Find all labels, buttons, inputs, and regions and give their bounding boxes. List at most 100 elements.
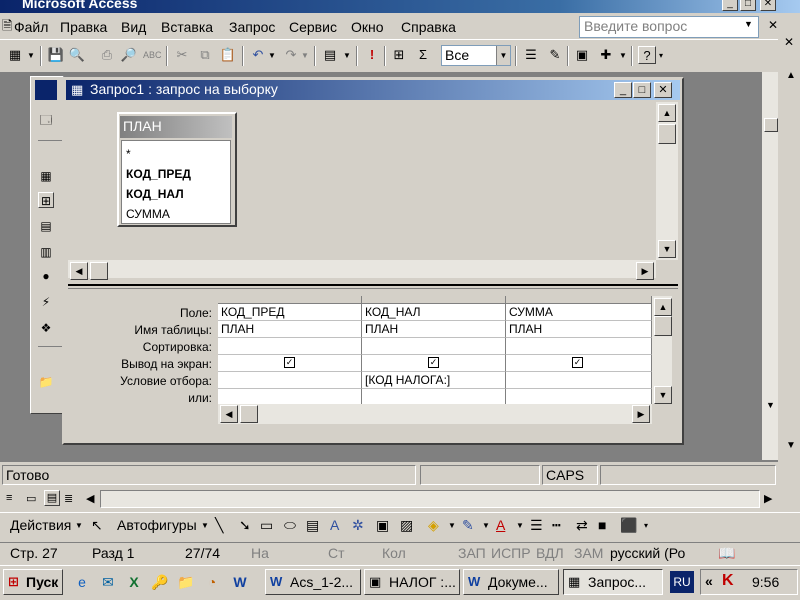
grid-cell-field[interactable]: КОД_НАЛ xyxy=(362,304,506,321)
grid-cell-field[interactable]: СУММА xyxy=(506,304,652,321)
redo-dropdown-icon[interactable]: ▼ xyxy=(301,51,309,60)
properties-icon[interactable]: ☰ xyxy=(522,46,540,64)
top-values-dropdown-icon[interactable]: ▼ xyxy=(496,46,510,65)
paste-icon[interactable]: 📋 xyxy=(219,46,237,64)
task-button-query[interactable]: ▦ Запрос... xyxy=(563,569,663,595)
access-doc-icon[interactable]: 🗎 xyxy=(2,17,12,39)
field-list-item[interactable]: КОД_НАЛ xyxy=(126,187,184,201)
undo-icon[interactable]: ↶ xyxy=(249,46,267,64)
document-horizontal-scrollbar[interactable] xyxy=(100,490,760,508)
field-list-item[interactable]: * xyxy=(126,147,131,161)
mdi-scroll-down-icon[interactable]: ▼ xyxy=(766,400,775,410)
task-button-acs[interactable]: W Acs_1-2... xyxy=(265,569,361,595)
db-queries-icon[interactable]: ⊞ xyxy=(38,192,54,208)
db-forms-icon[interactable]: ▤ xyxy=(38,218,54,234)
grid-cell-sort[interactable] xyxy=(218,338,362,355)
outline-view-icon[interactable]: ≣ xyxy=(64,492,73,505)
save-icon[interactable]: 💾 xyxy=(47,46,65,64)
autoshapes-menu[interactable]: Автофигуры xyxy=(117,517,197,533)
query-maximize-button[interactable]: □ xyxy=(633,82,651,98)
grid-cell-field[interactable]: КОД_ПРЕД xyxy=(218,304,362,321)
web-view-icon[interactable]: ▭ xyxy=(26,492,36,505)
arrow-style-icon[interactable]: ⇄ xyxy=(576,517,588,534)
help-icon[interactable]: ? xyxy=(638,46,656,64)
print-preview-icon[interactable]: 🔎 xyxy=(120,46,138,64)
access-icon[interactable]: 🔑 xyxy=(150,572,170,592)
record-macro-indicator[interactable]: ЗАП xyxy=(458,545,486,561)
table-pane-scroll-down-icon[interactable]: ▼ xyxy=(658,240,676,258)
database-window-icon[interactable]: ▣ xyxy=(573,46,591,64)
grid-cell-criteria[interactable] xyxy=(218,372,362,389)
field-list-title[interactable]: ПЛАН xyxy=(120,116,232,138)
maximize-button[interactable]: □ xyxy=(740,0,756,11)
ask-question-input[interactable]: Введите вопрос xyxy=(579,16,759,38)
extend-indicator[interactable]: ВДЛ xyxy=(536,545,564,561)
build-icon[interactable]: ✎ xyxy=(546,46,564,64)
show-table-icon[interactable]: ⊞ xyxy=(390,46,408,64)
field-list-item[interactable]: СУММА xyxy=(126,207,170,221)
column-selector[interactable] xyxy=(506,296,652,304)
field-list-item[interactable]: КОД_ПРЕД xyxy=(126,167,191,181)
rectangle-icon[interactable]: ▭ xyxy=(260,517,273,534)
search-icon[interactable]: 🔍 xyxy=(68,46,86,64)
db-tables-icon[interactable]: ▦ xyxy=(38,168,54,184)
db-favorites-icon[interactable]: 📁 xyxy=(38,374,54,390)
toolbar-options-icon[interactable]: ▾ xyxy=(644,521,648,530)
dash-style-icon[interactable]: ┅ xyxy=(552,517,560,534)
autoshapes-dropdown-icon[interactable]: ▼ xyxy=(201,521,209,530)
spelling-status-icon[interactable]: 📖 xyxy=(718,545,735,562)
clock[interactable]: 9:56 xyxy=(752,574,779,590)
grid-cell-table[interactable]: ПЛАН xyxy=(506,321,652,338)
run-icon[interactable]: ! xyxy=(363,46,381,64)
column-selector[interactable] xyxy=(218,296,362,304)
table-pane-hscroll-thumb[interactable] xyxy=(90,262,108,280)
undo-dropdown-icon[interactable]: ▼ xyxy=(268,51,276,60)
actions-dropdown-icon[interactable]: ▼ xyxy=(75,521,83,530)
grid-horizontal-scrollbar[interactable] xyxy=(218,404,652,424)
normal-view-icon[interactable]: ≡ xyxy=(6,492,12,504)
menu-help[interactable]: Справка xyxy=(401,19,456,35)
menu-file[interactable]: Файл xyxy=(14,19,48,35)
show-checkbox[interactable]: ✓ xyxy=(284,357,295,368)
query-minimize-button[interactable]: _ xyxy=(614,82,632,98)
print-layout-view-icon[interactable]: ▤ xyxy=(44,490,60,506)
db-open-icon[interactable]: 🗔 xyxy=(38,112,54,128)
redo-icon[interactable]: ↷ xyxy=(282,46,300,64)
oval-icon[interactable]: ⬭ xyxy=(284,517,296,534)
insert-picture-icon[interactable]: ▨ xyxy=(400,517,413,534)
task-button-nalog[interactable]: ▣ НАЛОГ :... xyxy=(364,569,460,595)
db-pages-icon[interactable]: ● xyxy=(38,268,54,284)
antivirus-icon[interactable]: K xyxy=(722,572,734,590)
font-color-icon[interactable]: A xyxy=(496,517,505,533)
start-button[interactable]: ⊞ Пуск xyxy=(3,569,63,595)
query-type-icon[interactable]: ▤ xyxy=(321,46,339,64)
clipart-icon[interactable]: ▣ xyxy=(376,517,389,534)
view-icon[interactable]: ▦ xyxy=(6,46,24,64)
grid-cell-show[interactable]: ✓ xyxy=(362,355,506,372)
powerpoint-icon[interactable]: ◔ xyxy=(202,572,222,592)
menu-tools[interactable]: Сервис xyxy=(289,19,337,35)
keyboard-language-indicator[interactable]: RU xyxy=(670,571,694,593)
grid-cell-table[interactable]: ПЛАН xyxy=(362,321,506,338)
excel-icon[interactable]: X xyxy=(124,572,144,592)
menu-view[interactable]: Вид xyxy=(121,19,146,35)
menu-query[interactable]: Запрос xyxy=(229,19,275,35)
grid-cell-criteria[interactable] xyxy=(506,372,652,389)
grid-vscroll-thumb[interactable] xyxy=(654,316,672,336)
show-checkbox[interactable]: ✓ xyxy=(428,357,439,368)
mdi-scroll-thumb[interactable] xyxy=(764,118,778,132)
db-macros-icon[interactable]: ⚡ xyxy=(38,294,54,310)
grid-scroll-up-icon[interactable]: ▲ xyxy=(654,298,672,316)
3d-style-icon[interactable]: ⬛ xyxy=(620,517,637,534)
db-modules-icon[interactable]: ❖ xyxy=(38,320,54,336)
view-dropdown-icon[interactable]: ▼ xyxy=(27,51,35,60)
grid-cell-table[interactable]: ПЛАН xyxy=(218,321,362,338)
right-edge-scroll-down-icon[interactable]: ▼ xyxy=(786,440,796,451)
db-reports-icon[interactable]: ▥ xyxy=(38,244,54,260)
grid-scroll-down-icon[interactable]: ▼ xyxy=(654,386,672,404)
table-pane-vscroll-thumb[interactable] xyxy=(658,124,676,144)
menu-window[interactable]: Окно xyxy=(351,19,384,35)
scroll-right-icon[interactable]: ▶ xyxy=(764,492,772,505)
right-edge-scroll-up-icon[interactable]: ▲ xyxy=(786,70,796,81)
table-pane-scroll-up-icon[interactable]: ▲ xyxy=(658,104,676,122)
